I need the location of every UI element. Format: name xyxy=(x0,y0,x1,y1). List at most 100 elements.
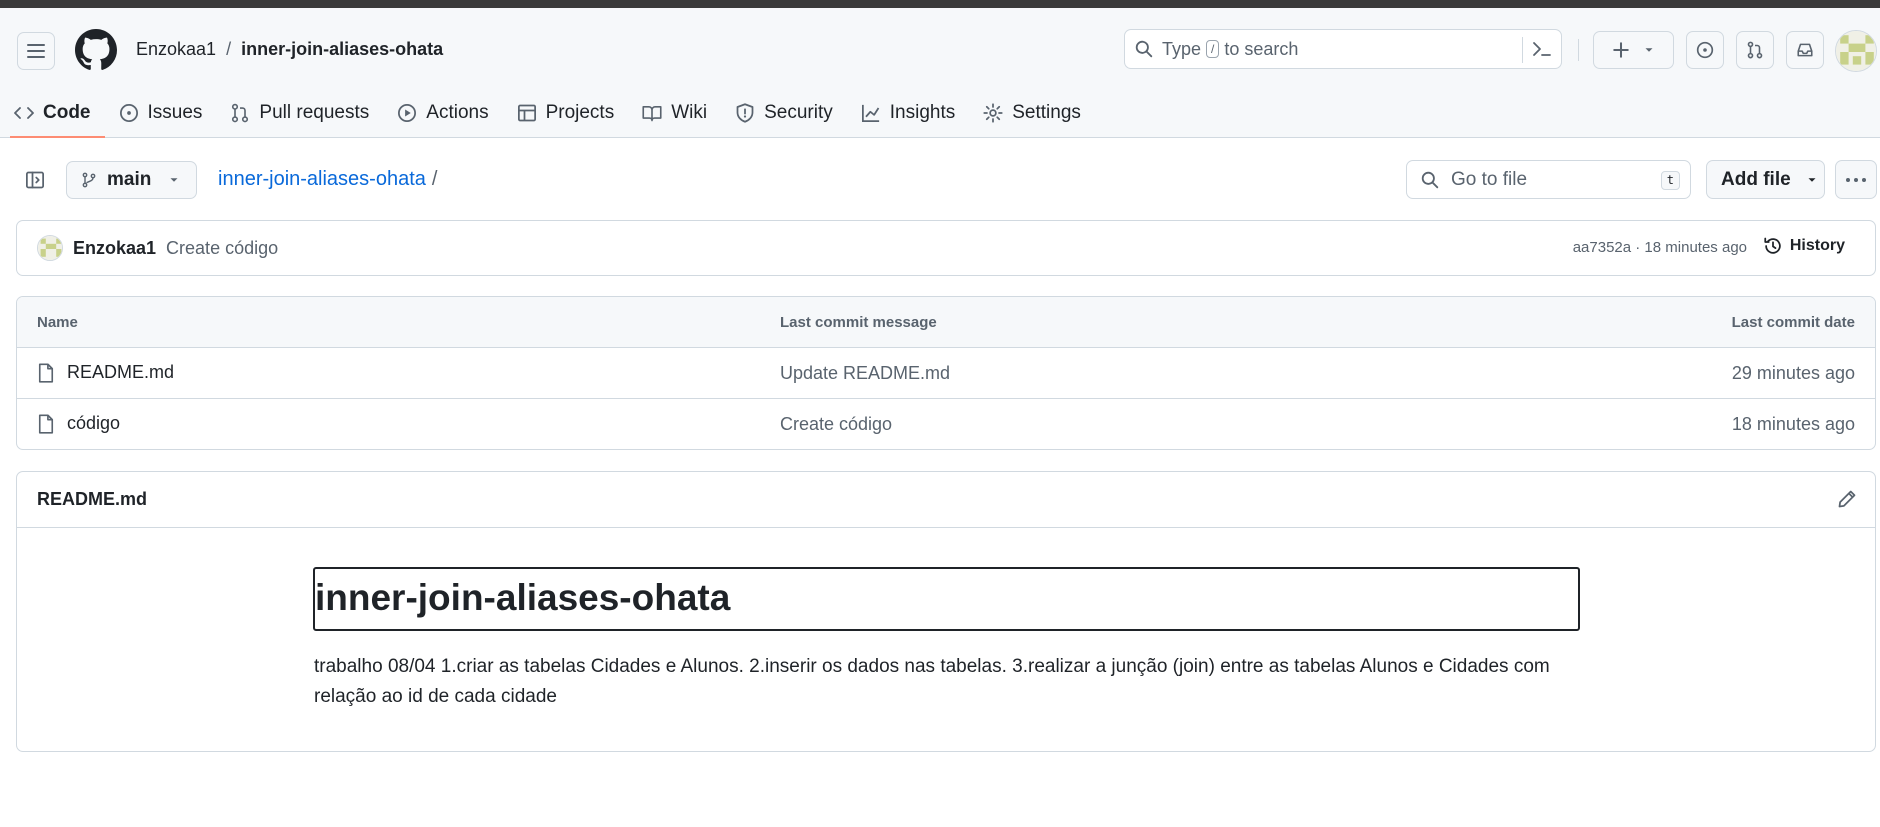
latest-commit-bar: Enzokaa1 Create código aa7352a · 18 minu… xyxy=(16,220,1876,276)
issue-opened-icon xyxy=(1696,41,1714,59)
table-icon xyxy=(517,104,536,122)
search-icon xyxy=(1421,171,1439,188)
file-name-label[interactable]: README.md xyxy=(67,362,174,383)
plus-icon xyxy=(1612,42,1629,58)
repo-tabs: Code Issues Pull requests Actions Projec… xyxy=(0,88,1095,138)
add-file-label: Add file xyxy=(1721,168,1791,190)
table-row[interactable]: README.md Update README.md 29 minutes ag… xyxy=(17,348,1875,399)
tab-label: Settings xyxy=(1012,102,1081,123)
file-table: Name Last commit message Last commit dat… xyxy=(16,296,1876,450)
search-input[interactable]: Type / to search xyxy=(1124,29,1562,69)
readme-filename[interactable]: README.md xyxy=(37,489,147,510)
create-new-button[interactable] xyxy=(1593,31,1674,69)
tab-label: Code xyxy=(43,102,91,123)
inbox-button[interactable] xyxy=(1786,31,1824,69)
file-table-header: Name Last commit message Last commit dat… xyxy=(17,297,1875,348)
file-name[interactable]: README.md xyxy=(37,362,174,383)
identicon-icon xyxy=(38,236,62,260)
tab-label: Actions xyxy=(426,102,489,123)
readme-heading: inner-join-aliases-ohata xyxy=(313,567,1580,631)
file-commit-date: 18 minutes ago xyxy=(1731,414,1855,434)
triangle-down-icon xyxy=(1645,48,1652,52)
tab-settings[interactable]: Settings xyxy=(969,88,1095,138)
tab-actions[interactable]: Actions xyxy=(383,88,502,138)
play-icon xyxy=(398,104,417,122)
pencil-icon[interactable] xyxy=(1837,489,1857,509)
path-separator: / xyxy=(431,168,438,190)
sidebar-expand-icon xyxy=(26,171,44,189)
branch-selector[interactable]: main xyxy=(66,161,197,199)
issue-opened-icon xyxy=(119,104,138,122)
gear-icon xyxy=(983,103,1003,123)
search-placeholder-after: to search xyxy=(1224,38,1299,59)
go-to-file-placeholder: Go to file xyxy=(1451,168,1528,190)
code-icon xyxy=(14,107,34,119)
branch-name: main xyxy=(107,169,152,190)
file-icon xyxy=(38,362,54,383)
header-divider xyxy=(1578,39,1579,61)
tab-wiki[interactable]: Wiki xyxy=(628,88,721,138)
table-row[interactable]: código Create código 18 minutes ago xyxy=(17,399,1875,449)
commit-sha-and-time[interactable]: aa7352a · 18 minutes ago xyxy=(1573,239,1747,256)
identicon-icon xyxy=(1836,31,1876,71)
column-name: Name xyxy=(37,314,78,331)
path-repo-link[interactable]: inner-join-aliases-ohata xyxy=(218,168,426,191)
search-placeholder-before: Type xyxy=(1162,38,1202,59)
triangle-down-icon xyxy=(1808,177,1816,182)
inbox-icon xyxy=(1797,43,1813,57)
commit-author[interactable]: Enzokaa1 xyxy=(73,238,156,259)
repo-link[interactable]: inner-join-aliases-ohata xyxy=(241,39,443,60)
column-last-commit-date: Last commit date xyxy=(1731,314,1855,331)
menu-button[interactable] xyxy=(17,32,55,70)
more-options-button[interactable] xyxy=(1835,160,1877,199)
search-divider xyxy=(1522,37,1523,63)
history-button[interactable]: History xyxy=(1763,236,1845,256)
repo-breadcrumb: Enzokaa1 / inner-join-aliases-ohata xyxy=(136,39,443,60)
tab-pull-requests[interactable]: Pull requests xyxy=(216,88,383,138)
tab-label: Issues xyxy=(147,102,203,123)
tab-projects[interactable]: Projects xyxy=(503,88,629,138)
file-commit-message[interactable]: Create código xyxy=(780,414,892,435)
file-path-breadcrumb: inner-join-aliases-ohata / xyxy=(218,168,437,191)
file-name-label[interactable]: código xyxy=(67,413,120,434)
column-last-commit-message: Last commit message xyxy=(780,314,937,331)
tab-code[interactable]: Code xyxy=(0,88,105,138)
history-icon xyxy=(1764,237,1781,254)
readme-header: README.md xyxy=(17,472,1875,528)
tab-label: Projects xyxy=(545,102,615,123)
add-file-button[interactable]: Add file xyxy=(1706,160,1825,199)
book-icon xyxy=(642,105,662,122)
repo-header: Enzokaa1 / inner-join-aliases-ohata Type… xyxy=(0,8,1880,138)
git-branch-icon xyxy=(82,172,96,188)
tab-label: Wiki xyxy=(671,102,708,123)
go-to-file-input[interactable]: Go to file t xyxy=(1406,160,1691,199)
tab-insights[interactable]: Insights xyxy=(847,88,969,138)
readme-panel: README.md inner-join-aliases-ohata traba… xyxy=(16,471,1876,752)
search-shortcut-key: / xyxy=(1206,40,1220,58)
commit-author-avatar[interactable] xyxy=(37,235,63,261)
go-to-file-shortcut: t xyxy=(1660,171,1680,190)
expand-file-tree-button[interactable] xyxy=(22,167,48,193)
breadcrumb-separator: / xyxy=(226,39,232,59)
file-commit-message[interactable]: Update README.md xyxy=(780,363,950,384)
file-icon xyxy=(38,413,54,434)
user-avatar[interactable] xyxy=(1835,30,1877,72)
history-label: History xyxy=(1789,237,1845,254)
github-logo-icon[interactable] xyxy=(75,29,117,71)
graph-icon xyxy=(861,104,879,122)
command-palette-icon[interactable] xyxy=(1531,39,1553,59)
issues-button[interactable] xyxy=(1686,31,1724,69)
commit-message[interactable]: Create código xyxy=(166,238,278,259)
owner-link[interactable]: Enzokaa1 xyxy=(136,39,216,60)
file-name[interactable]: código xyxy=(37,413,120,434)
kebab-horizontal-icon xyxy=(1846,177,1866,182)
git-pull-request-icon xyxy=(232,103,249,123)
shield-icon xyxy=(736,103,754,123)
tab-issues[interactable]: Issues xyxy=(105,88,217,138)
pull-requests-button[interactable] xyxy=(1736,31,1774,69)
tab-security[interactable]: Security xyxy=(721,88,847,138)
readme-paragraph: trabalho 08/04 1.criar as tabelas Cidade… xyxy=(314,656,1550,707)
triangle-down-icon xyxy=(170,178,178,182)
tab-label: Insights xyxy=(889,102,956,123)
tab-label: Pull requests xyxy=(259,102,370,123)
